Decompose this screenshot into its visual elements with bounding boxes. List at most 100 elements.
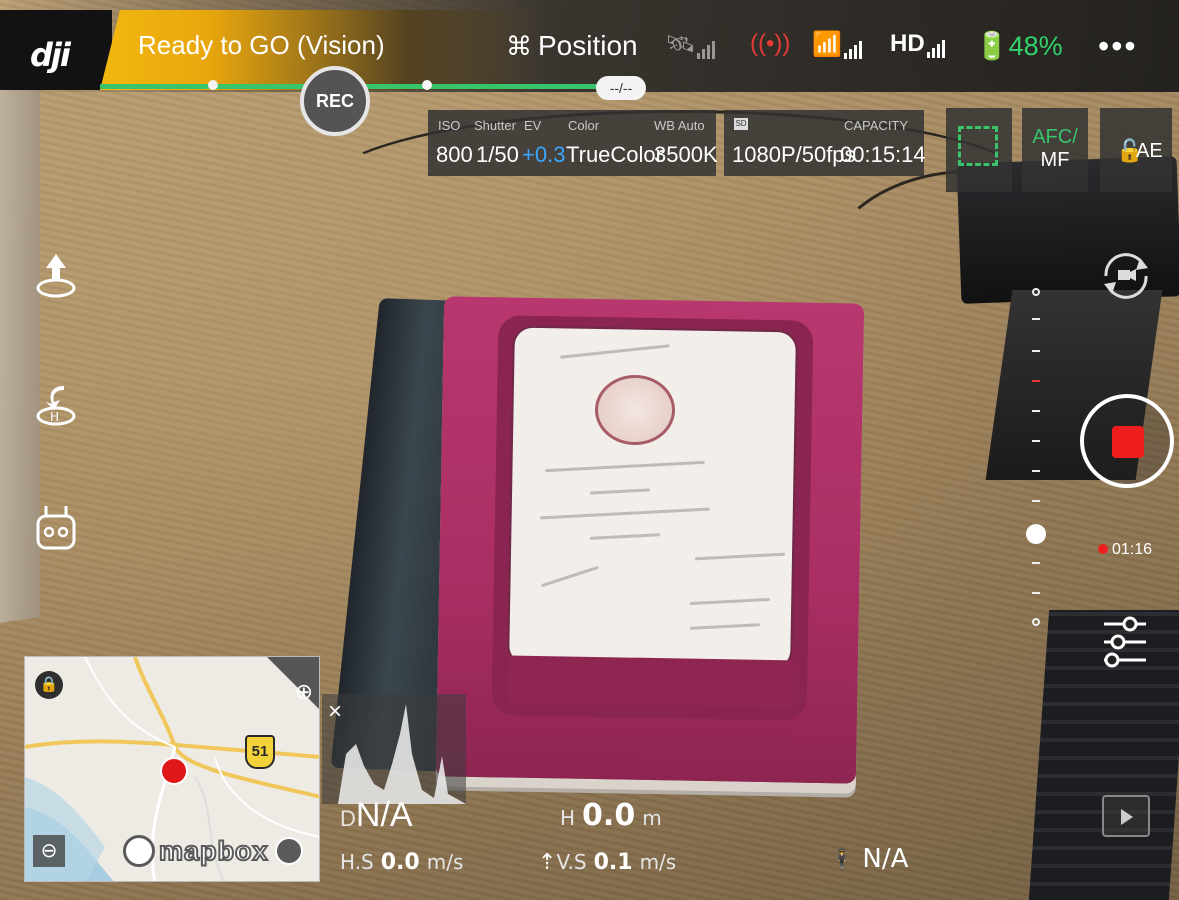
highway-shield: 51	[245, 735, 275, 769]
focus-frame-icon	[958, 126, 998, 166]
timeline-marker	[208, 80, 218, 90]
resolution-value: 1080P/50fps	[732, 142, 856, 167]
ae-lock-button[interactable]: 🔓 AE	[1100, 108, 1172, 192]
slider-tick	[1032, 500, 1040, 502]
hs-value: 0.0	[380, 850, 420, 875]
altitude-readout: 🕴 N/A	[828, 844, 908, 874]
signal-bars	[925, 30, 945, 58]
storage-panel[interactable]: SD CAPACITY 1080P/50fps 00:15:14	[724, 110, 926, 176]
book-emblem	[595, 375, 675, 445]
iso-value: 800	[436, 142, 473, 167]
height-value: 0.0	[582, 798, 636, 833]
rec-indicator: REC	[300, 66, 370, 136]
return-home-button[interactable]: H	[28, 374, 84, 430]
iso-label: ISO	[438, 118, 461, 133]
height-unit: m	[642, 806, 662, 830]
distance-readout: DN/A	[340, 796, 413, 835]
color-value: TrueColor	[566, 142, 663, 167]
hs-unit: m/s	[426, 850, 464, 874]
person-height-icon: 🕴	[828, 848, 856, 873]
flight-mode-label: Position	[538, 30, 638, 61]
app-logo-box[interactable]: dji	[0, 10, 112, 90]
remote-controller-icon	[36, 506, 76, 550]
slider-tick	[1032, 440, 1040, 442]
minimap[interactable]: 51 🔒 ⊕ ⊖ mapbox	[24, 656, 320, 882]
vs-unit: m/s	[639, 850, 677, 874]
shutter-value: 1/50	[476, 142, 519, 167]
focus-mode-button[interactable]	[946, 108, 1012, 192]
distance-value: N/A	[355, 796, 413, 834]
slider-tick	[1032, 592, 1040, 594]
return-home-icon: H	[36, 386, 76, 426]
recording-time: 01:16	[1098, 541, 1152, 559]
aircraft-status[interactable]: Ready to GO (Vision)	[138, 30, 385, 61]
mapbox-icon	[123, 835, 155, 867]
histogram-panel[interactable]: ×	[322, 694, 466, 804]
mf-label: MF	[1040, 149, 1070, 171]
slider-tick-marker	[1032, 380, 1040, 382]
capacity-label: CAPACITY	[844, 118, 909, 133]
camera-switch-icon[interactable]	[1096, 246, 1156, 306]
signal-bars	[695, 31, 716, 59]
flight-mode[interactable]: ⌘ Position	[506, 30, 638, 62]
remote-controller-icon: 📶	[812, 31, 842, 58]
afc-mf-toggle[interactable]: AFC/ MF	[1022, 108, 1088, 192]
battery-percent: 48%	[1008, 31, 1063, 61]
afc-label: AFC/	[1032, 126, 1078, 148]
timeline-marker	[422, 80, 432, 90]
svg-text:H: H	[50, 410, 59, 424]
slider-end-top	[1032, 288, 1040, 296]
book-band	[507, 655, 799, 709]
gimbal-slider-knob[interactable]	[1026, 524, 1046, 544]
timeline-chip: --/--	[596, 76, 646, 100]
slider-tick	[1032, 350, 1040, 352]
wb-value: 3500K	[654, 142, 718, 167]
ev-label: EV	[524, 118, 542, 133]
camera-settings-icon[interactable]	[1100, 612, 1150, 672]
recording-dot-icon	[1098, 544, 1108, 554]
slider-tick	[1032, 410, 1040, 412]
takeoff-icon	[36, 254, 76, 298]
mapbox-label: mapbox	[158, 835, 269, 867]
distance-prefix: D	[340, 806, 356, 831]
horizontal-speed-readout: H.S 0.0 m/s	[340, 850, 463, 875]
vertical-speed-readout: ⇡V.S 0.1 m/s	[538, 850, 676, 875]
slider-tick	[1032, 470, 1040, 472]
battery-icon: 🔋	[975, 31, 1009, 61]
dji-logo: dji	[30, 36, 71, 74]
obstacle-sensing-icon[interactable]: ((•))	[750, 30, 790, 58]
arrow-up-icon: ⇡	[538, 850, 557, 875]
color-label: Color	[568, 118, 600, 133]
compass-icon[interactable]	[274, 837, 303, 865]
signal-bars	[842, 31, 862, 59]
lock-icon[interactable]: 🔒	[35, 671, 63, 699]
ev-value: +0.3	[522, 142, 566, 167]
remote-button[interactable]	[28, 500, 84, 556]
playback-button[interactable]	[1102, 795, 1150, 837]
altitude-value: N/A	[862, 844, 909, 874]
camera-settings-panel[interactable]: ISO Shutter EV Color WB Auto 800 1/50 +0…	[428, 110, 718, 176]
more-icon[interactable]: •••	[1098, 28, 1138, 65]
zoom-out-icon[interactable]: ⊖	[33, 835, 65, 867]
takeoff-button[interactable]	[28, 246, 84, 302]
crosshair-icon[interactable]: ⊕	[295, 679, 313, 705]
ae-label: AE	[1136, 140, 1163, 162]
slider-end-bottom	[1032, 618, 1040, 626]
video-signal[interactable]: HD	[890, 30, 945, 58]
vs-value: 0.1	[593, 850, 633, 875]
aircraft-location-marker	[160, 757, 188, 785]
hs-label: H.S	[340, 850, 374, 874]
playback-icon	[1121, 809, 1133, 825]
gps-signal[interactable]: 🛰	[665, 30, 716, 59]
book-label	[507, 325, 798, 671]
record-button[interactable]	[1080, 394, 1174, 488]
stop-icon	[1112, 426, 1144, 458]
histogram-graph	[338, 704, 466, 804]
remote-signal[interactable]: 📶	[812, 30, 862, 59]
vs-label: V.S	[556, 850, 587, 874]
slider-tick	[1032, 562, 1040, 564]
battery-status[interactable]: 🔋48%	[975, 30, 1063, 62]
shutter-label: Shutter	[474, 118, 516, 133]
hd-label: HD	[890, 30, 925, 57]
drone-icon: ⌘	[506, 31, 532, 61]
